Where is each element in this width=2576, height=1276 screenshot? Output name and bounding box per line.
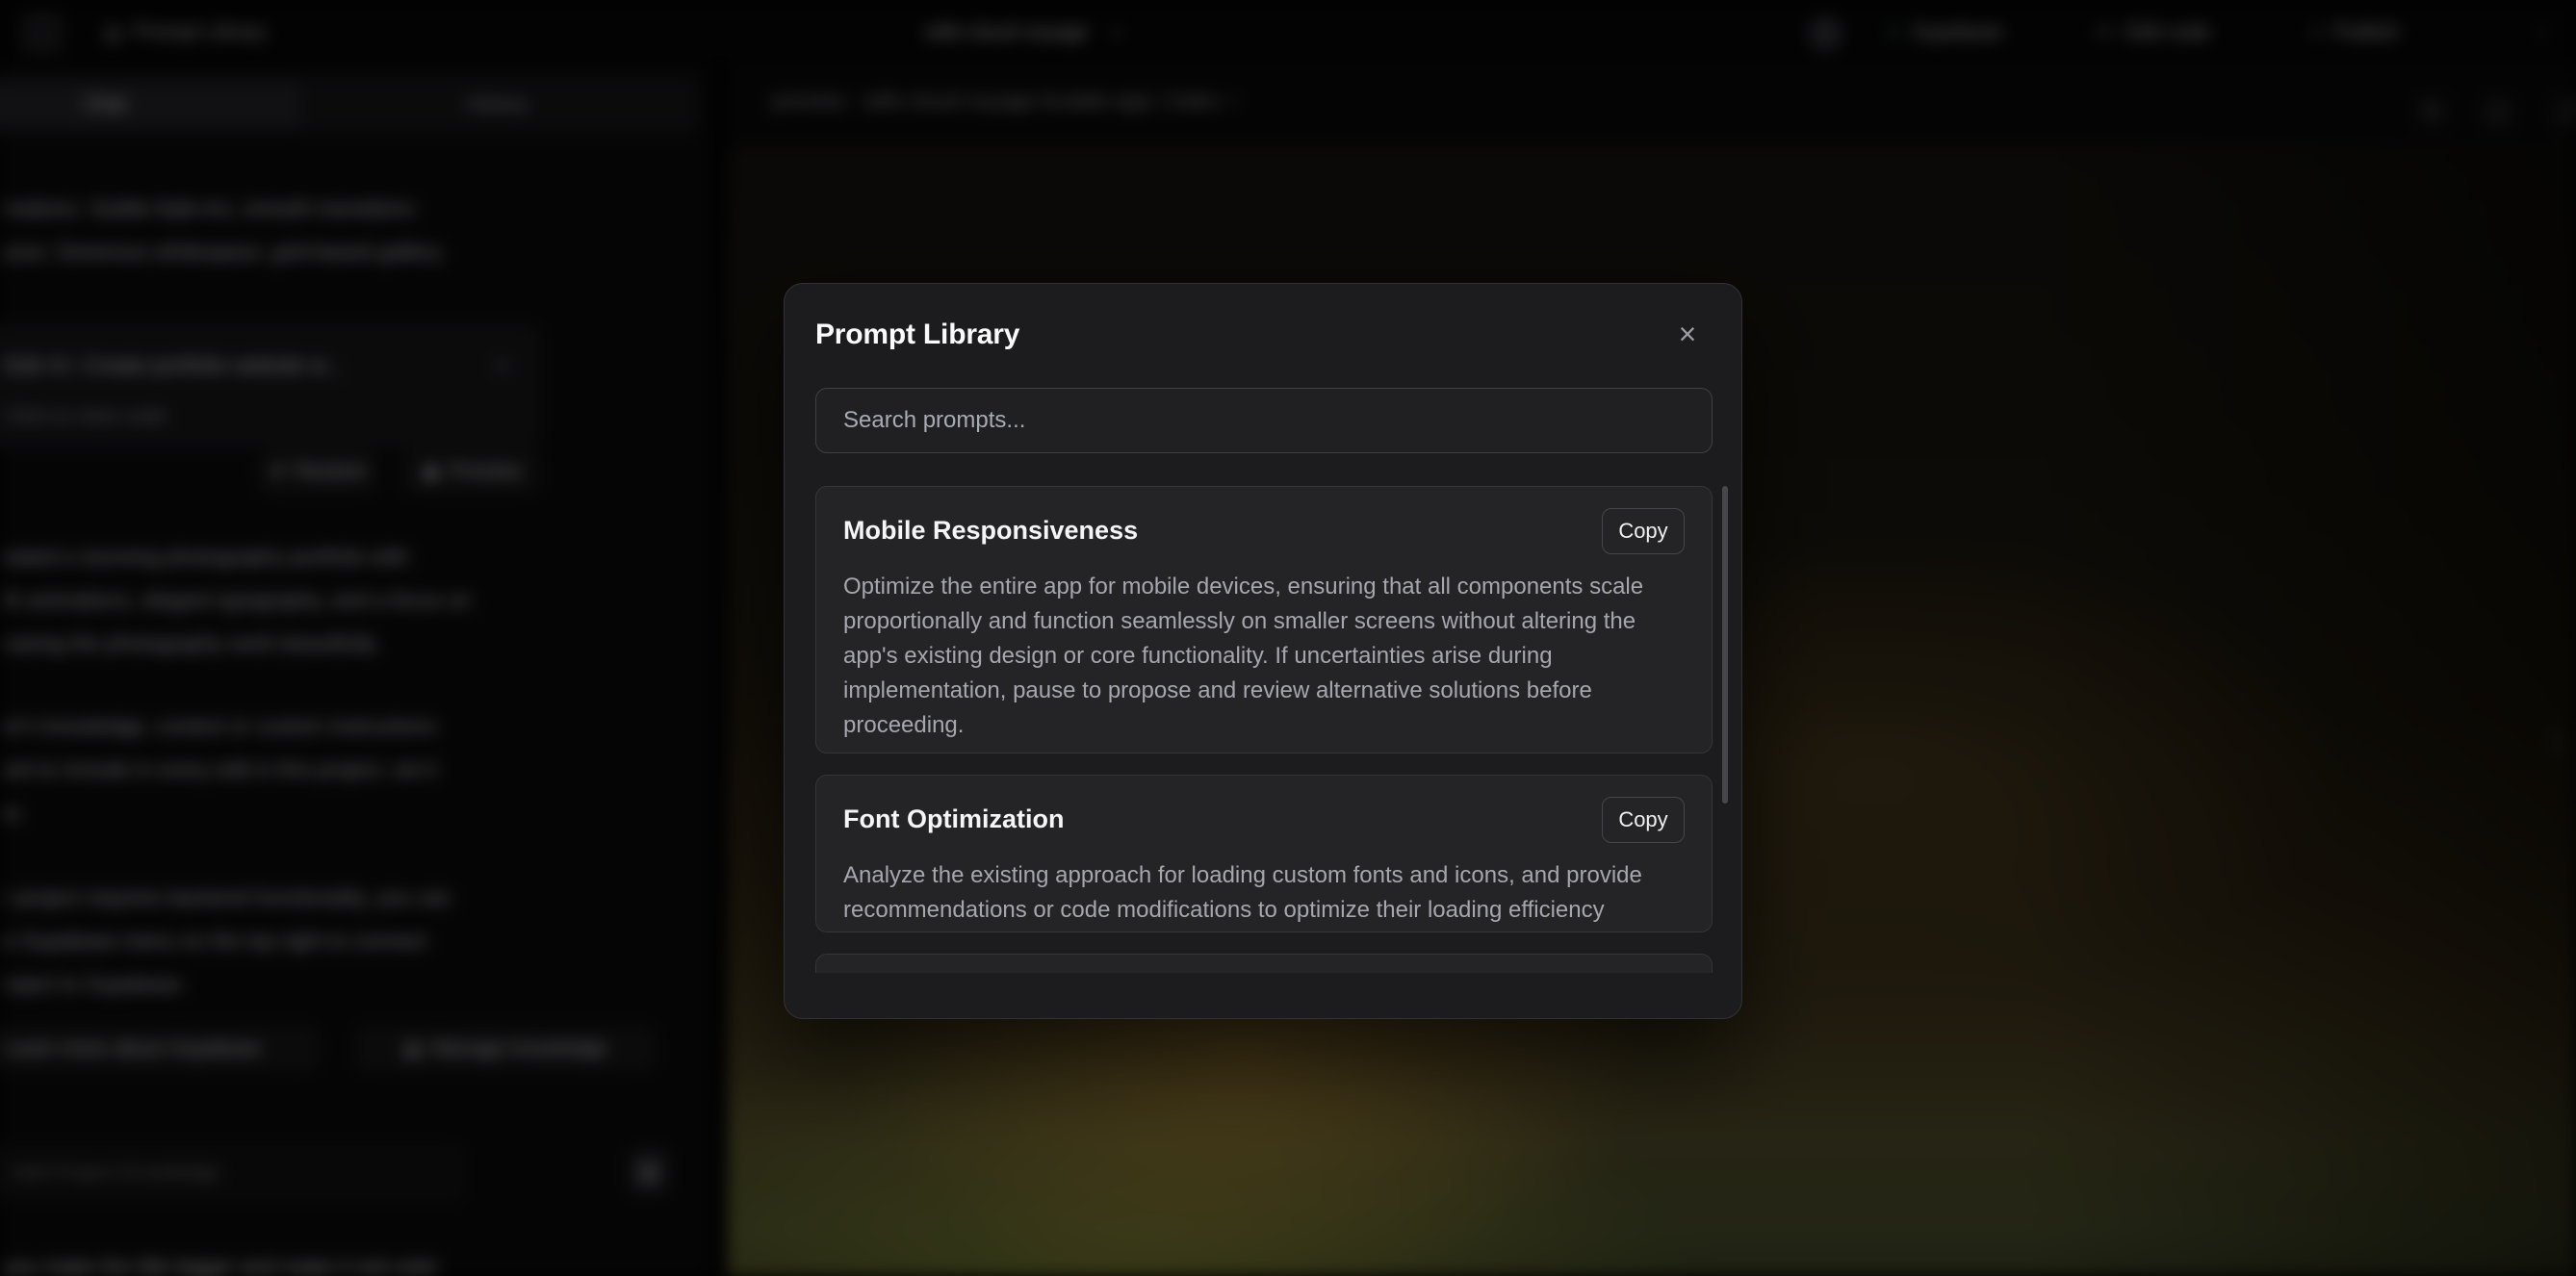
prompt-card: Mobile Responsiveness Copy Optimize the … [815,486,1713,753]
prompt-list: Mobile Responsiveness Copy Optimize the … [815,486,1713,973]
prompt-card-title: Font Optimization [843,797,1064,834]
prompt-card-description: Optimize the entire app for mobile devic… [843,570,1685,743]
modal-scrollbar[interactable] [1722,486,1728,804]
prompt-card-partial [815,954,1713,973]
dialog-close-button[interactable]: × [1670,317,1705,351]
prompt-card: Font Optimization Copy Analyze the exist… [815,775,1713,932]
search-input[interactable] [815,388,1713,453]
copy-button[interactable]: Copy [1602,797,1685,843]
dialog-title: Prompt Library [815,319,1019,351]
copy-button[interactable]: Copy [1602,508,1685,554]
close-icon: × [1679,317,1697,351]
prompt-card-description: Analyze the existing approach for loadin… [843,858,1685,928]
app-root: ▤ Prompt Library wife-cloud-voyage ▾ ⚡ S… [0,0,2576,1276]
prompt-card-title: Mobile Responsiveness [843,508,1138,546]
prompt-library-dialog: Prompt Library × Mobile Responsiveness C… [784,283,1742,1019]
